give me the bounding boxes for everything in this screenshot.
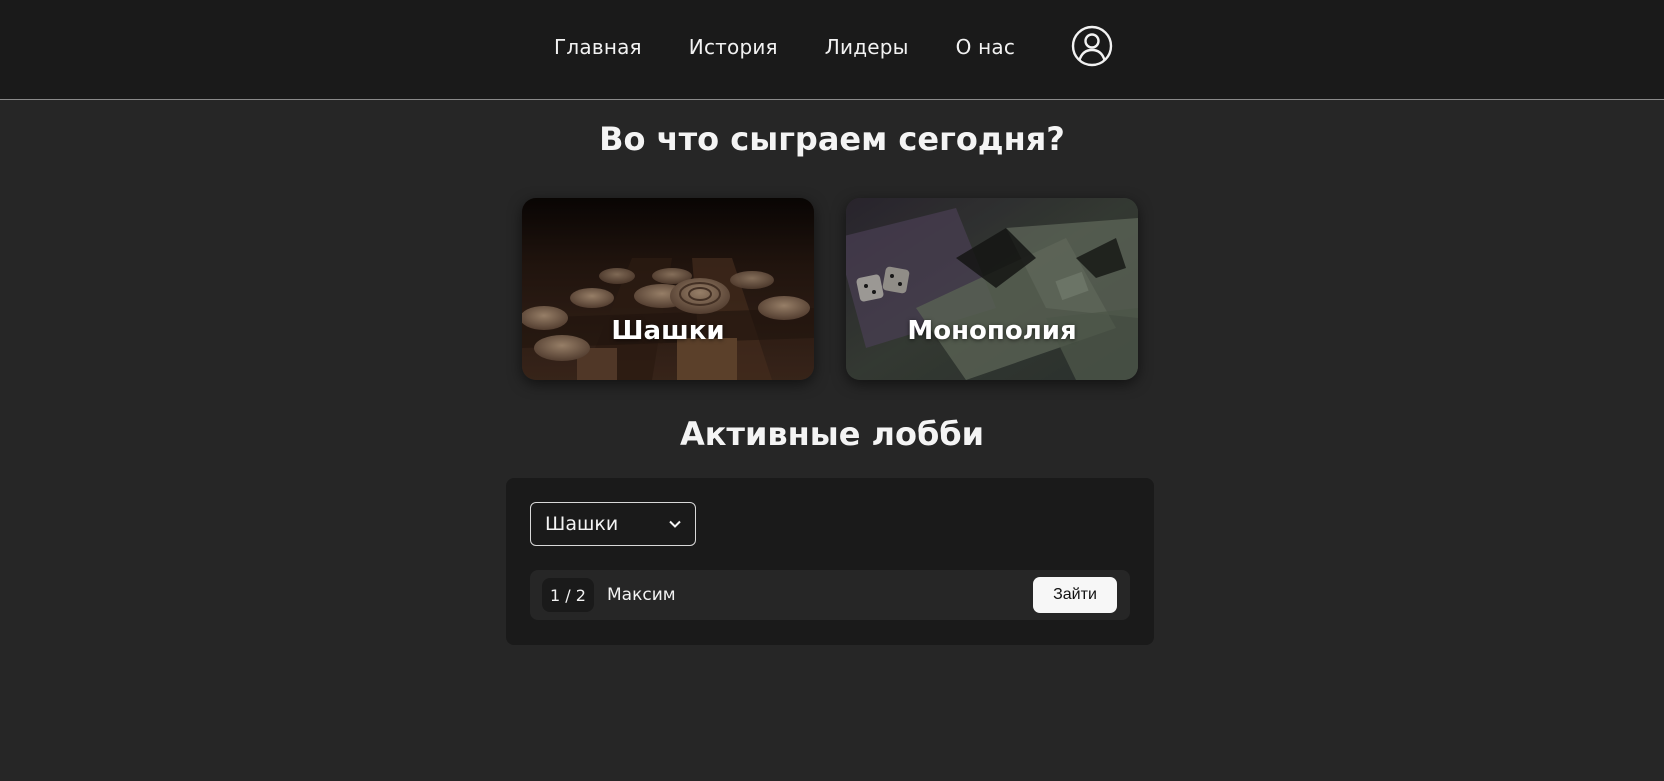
lobby-host-name: Максим <box>607 585 676 605</box>
nav-link-about[interactable]: О нас <box>956 35 1015 59</box>
lobby-row: 1 / 2 Максим Зайти <box>530 570 1130 620</box>
section-title-lobbies: Активные лобби <box>679 415 985 453</box>
player-count-badge: 1 / 2 <box>542 578 594 612</box>
main-nav: Главная История Лидеры О нас <box>554 0 1015 94</box>
game-card-label: Шашки <box>611 316 725 346</box>
game-card-checkers[interactable]: Шашки <box>522 198 814 380</box>
nav-link-home[interactable]: Главная <box>554 35 642 59</box>
checkers-image <box>522 198 814 380</box>
page-title: Во что сыграем сегодня? <box>599 120 1065 158</box>
game-card-label: Монополия <box>907 316 1077 346</box>
game-filter-select[interactable]: Шашки <box>530 502 696 546</box>
chevron-down-icon <box>669 520 681 528</box>
game-card-monopoly[interactable]: Монополия <box>846 198 1138 380</box>
join-lobby-button[interactable]: Зайти <box>1033 577 1117 613</box>
monopoly-image <box>846 198 1138 380</box>
game-filter-value: Шашки <box>545 513 619 535</box>
nav-link-history[interactable]: История <box>689 35 778 59</box>
lobby-panel: Шашки 1 / 2 Максим Зайти <box>506 478 1154 645</box>
nav-link-leaders[interactable]: Лидеры <box>825 35 909 59</box>
top-navigation-bar: Главная История Лидеры О нас <box>0 0 1664 100</box>
user-circle-icon[interactable] <box>1071 25 1113 67</box>
